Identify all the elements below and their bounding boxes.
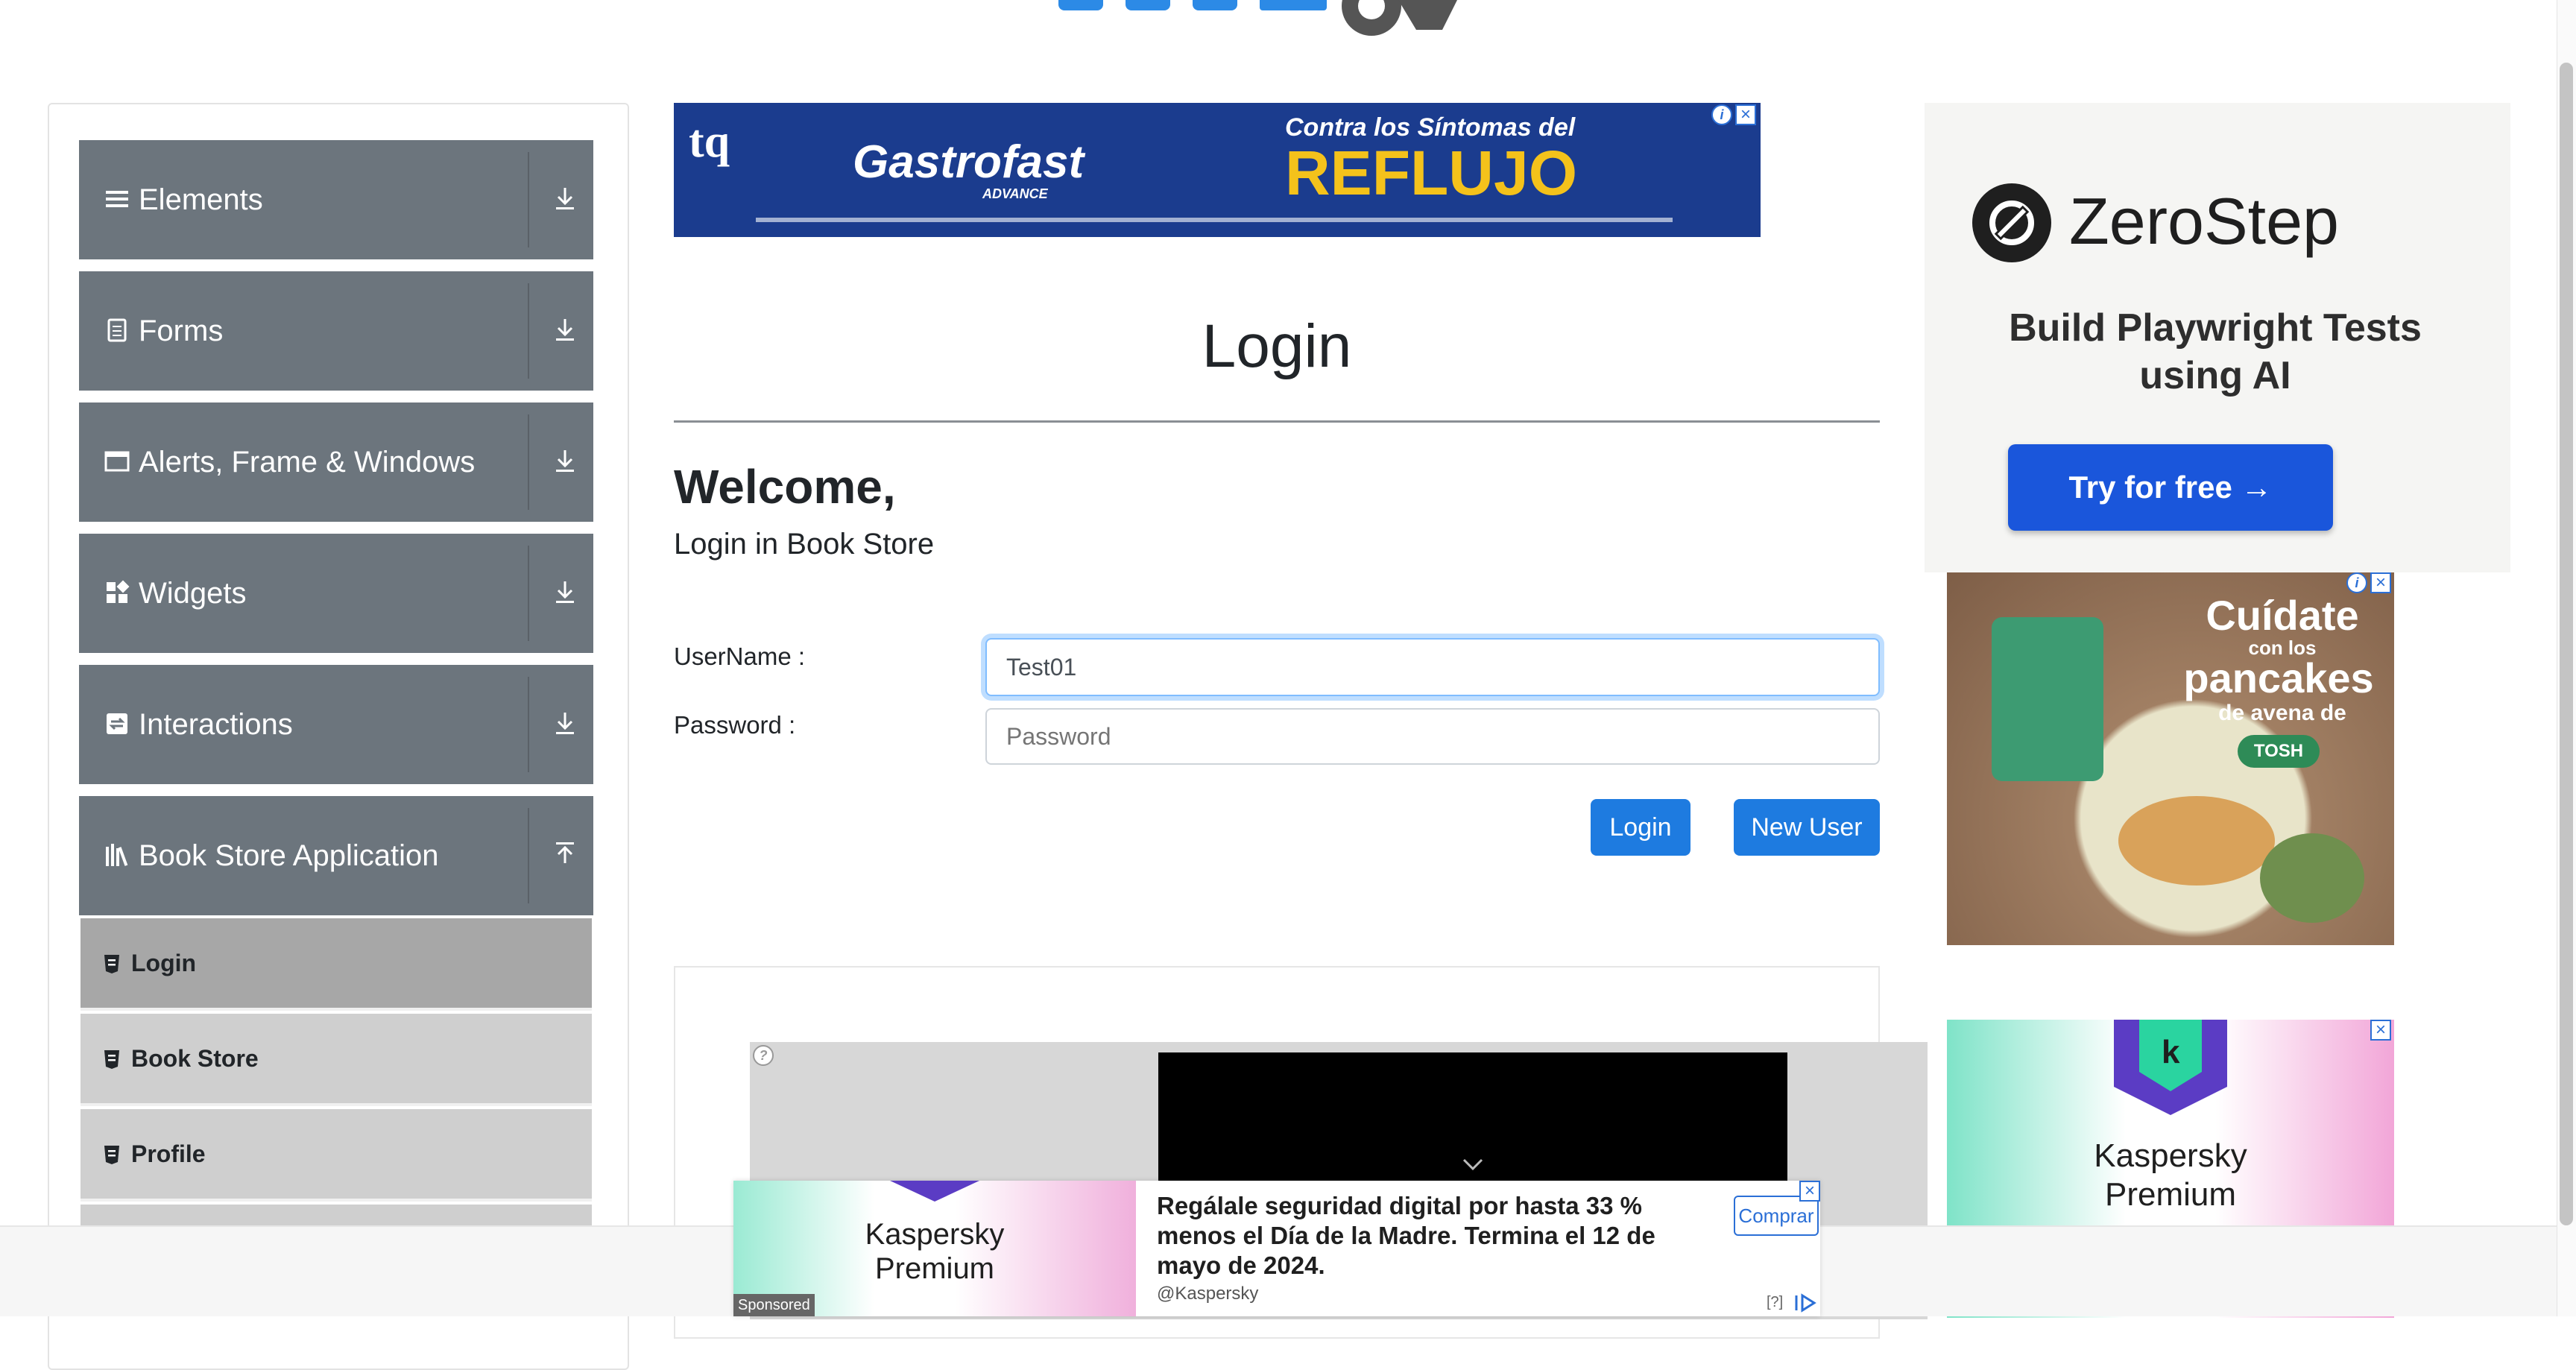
ad-line3: pancakes — [2183, 654, 2374, 701]
tosh-badge: TOSH — [2238, 735, 2320, 768]
menu-item-label: Book Store — [131, 1045, 259, 1072]
menu-divider — [528, 152, 529, 247]
comprar-button[interactable]: Comprar — [1734, 1196, 1819, 1236]
ad-fine-print — [756, 218, 1673, 222]
ad-headline-big: REFLUJO — [1285, 138, 1578, 208]
strawberry-bowl — [2260, 833, 2364, 923]
html5-icon — [104, 955, 119, 973]
menu-group-interactions[interactable]: Interactions — [79, 665, 593, 784]
ad-info-icon[interactable]: i — [2346, 572, 2367, 593]
menu-group-label: Widgets — [139, 577, 247, 610]
widgets-icon — [107, 580, 130, 603]
kaspersky-logo-icon: k — [2114, 1020, 2227, 1115]
kaspersky-product: Premium — [874, 1252, 995, 1285]
menu-item-login[interactable]: Login — [80, 918, 592, 1011]
ad-close-icon[interactable]: × — [1735, 104, 1756, 125]
kaspersky-logo-icon — [890, 1181, 979, 1202]
ad-line4: de avena de — [2218, 701, 2346, 725]
menu-group-label: Interactions — [139, 708, 293, 741]
username-label: UserName : — [674, 643, 806, 670]
sponsored-label: Sponsored — [733, 1294, 815, 1316]
kaspersky-bottom-image: Kaspersky Premium Sponsored — [733, 1181, 1136, 1316]
bottom-ad-handle: @Kaspersky — [1157, 1284, 1259, 1304]
menu-group-elements[interactable]: Elements — [79, 140, 593, 259]
menu-divider — [528, 677, 529, 772]
html5-icon — [104, 1050, 119, 1069]
try-for-free-button[interactable]: Try for free → — [2008, 444, 2333, 531]
ad-info-icon[interactable]: i — [1711, 104, 1732, 125]
menu-group-label: Alerts, Frame & Windows — [139, 446, 476, 479]
menu-item-book-store[interactable]: Book Store — [80, 1014, 592, 1106]
ad-close-icon[interactable]: × — [2370, 572, 2391, 593]
download-arrow-icon — [556, 188, 574, 209]
password-label: Password : — [674, 711, 796, 739]
password-input[interactable] — [985, 708, 1880, 765]
menu-divider — [528, 546, 529, 641]
toolsqa-logo[interactable] — [1044, 0, 1528, 52]
menu-group-label: Forms — [139, 315, 224, 347]
pancakes-image — [2118, 796, 2275, 886]
svg-text:k: k — [2162, 1034, 2180, 1070]
chevron-down-icon[interactable] — [1461, 1157, 1485, 1172]
kaspersky-brand: Kaspersky — [2094, 1137, 2247, 1174]
menu-item-label: Profile — [131, 1140, 206, 1167]
ad-line1: Cuídate — [2206, 592, 2359, 639]
download-arrow-icon — [556, 581, 574, 603]
menu-group-widgets[interactable]: Widgets — [79, 534, 593, 653]
menu-group-book-store[interactable]: Book Store Application — [79, 796, 593, 915]
zerostep-ad[interactable]: ZeroStep Build Playwright Tests using AI… — [1925, 103, 2510, 572]
zerostep-logo-icon — [1972, 183, 2051, 262]
kaspersky-bottom-ad[interactable]: Kaspersky Premium Sponsored Regálale seg… — [733, 1181, 1820, 1316]
page-title: Login — [1202, 312, 1352, 380]
menu-group-label: Elements — [139, 183, 263, 216]
svg-text:tq: tq — [689, 116, 730, 167]
video-player[interactable] — [1158, 1052, 1787, 1202]
username-input[interactable] — [985, 638, 1880, 696]
top-banner-ad[interactable]: tq Gastrofast ADVANCE Contra los Síntoma… — [674, 103, 1761, 237]
menu-group-forms[interactable]: Forms — [79, 271, 593, 391]
zerostep-brand: ZeroStep — [2069, 184, 2339, 258]
download-arrow-icon — [556, 713, 574, 734]
tosh-package — [1992, 617, 2103, 781]
bottom-ad-text: Regálale seguridad digital por hasta 33 … — [1157, 1192, 1655, 1279]
zerostep-text: Build Playwright Tests using AI — [2009, 306, 2422, 397]
scrollbar-thumb[interactable] — [2560, 63, 2573, 1225]
ad-close-icon[interactable]: × — [1799, 1181, 1820, 1202]
menu-group-label: Book Store Application — [139, 839, 439, 872]
adchoices-icon[interactable] — [1793, 1292, 1817, 1313]
menu-divider — [528, 808, 529, 903]
ad-brand: Gastrofast — [853, 136, 1085, 188]
menu-group-alerts[interactable]: Alerts, Frame & Windows — [79, 403, 593, 522]
download-arrow-icon — [556, 450, 574, 472]
kaspersky-product: Premium — [2104, 1176, 2237, 1213]
new-user-button[interactable]: New User — [1734, 799, 1880, 856]
menu-divider — [528, 283, 529, 379]
html5-icon — [104, 1146, 119, 1164]
interactions-icon — [107, 713, 127, 734]
window-icon — [104, 451, 130, 472]
download-arrow-icon — [556, 319, 574, 341]
form-icon — [107, 318, 127, 342]
title-divider — [674, 420, 1880, 423]
ad-brand-sub: ADVANCE — [982, 186, 1048, 201]
ad-help-link[interactable]: [?] — [1767, 1294, 1783, 1311]
menu-item-label: Login — [131, 950, 197, 976]
ad-info-icon[interactable]: ? — [753, 1045, 774, 1066]
brand-logo-icon: tq — [689, 116, 730, 167]
upload-arrow-icon — [556, 842, 574, 863]
books-icon — [106, 844, 128, 866]
ad-close-icon[interactable]: × — [2370, 1020, 2391, 1041]
menu-divider — [528, 414, 529, 510]
tosh-pancakes-ad[interactable]: Cuídate con los pancakes de avena de TOS… — [1947, 572, 2394, 945]
login-button[interactable]: Login — [1591, 799, 1690, 856]
hamburger-icon — [106, 191, 128, 207]
kaspersky-brand: Kaspersky — [865, 1218, 1005, 1251]
welcome-heading: Welcome, — [674, 460, 896, 514]
menu-item-profile[interactable]: Profile — [80, 1109, 592, 1202]
login-subtitle: Login in Book Store — [674, 528, 935, 561]
